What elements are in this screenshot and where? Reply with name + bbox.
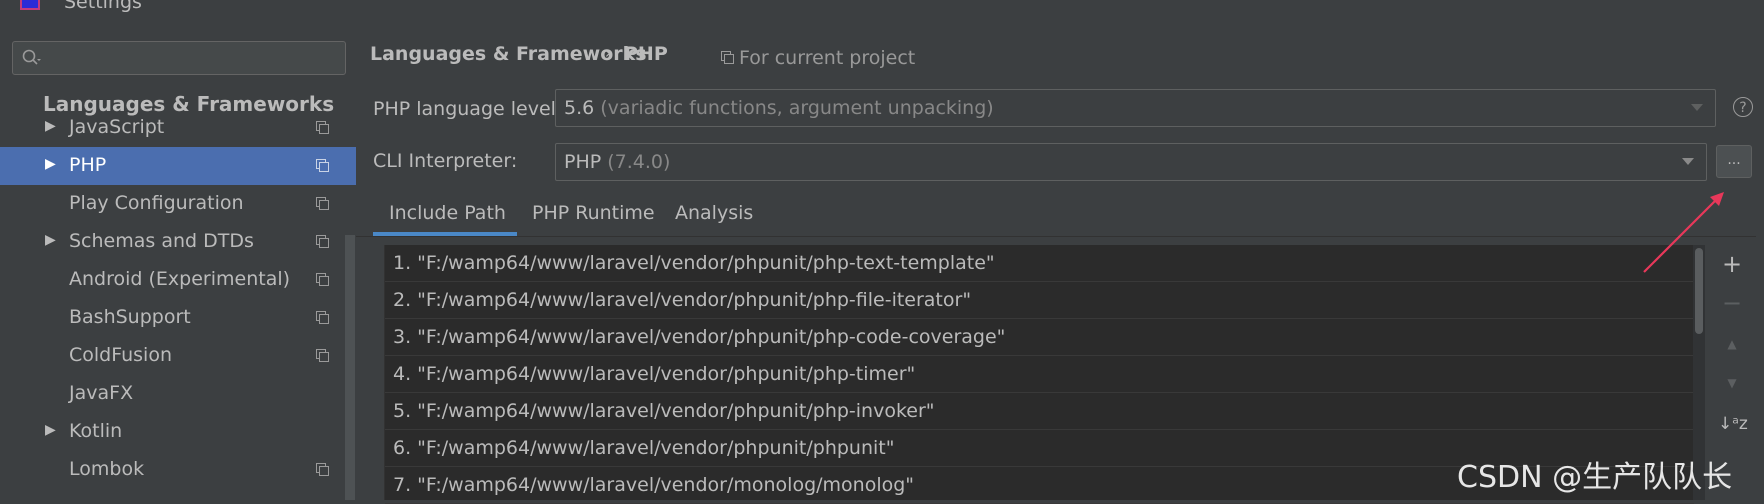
sidebar-item-bashsupport[interactable]: BashSupport bbox=[0, 299, 356, 337]
sidebar-item-schemas-dtds[interactable]: ▶ Schemas and DTDs bbox=[0, 223, 356, 261]
project-scope-icon bbox=[316, 159, 329, 172]
watermark: CSDN @生产队队长 bbox=[1457, 460, 1733, 495]
sidebar-item-play-configuration[interactable]: Play Configuration bbox=[0, 185, 356, 223]
sidebar-item-label: Android (Experimental) bbox=[69, 268, 291, 290]
sidebar-item-kotlin[interactable]: ▶ Kotlin bbox=[0, 413, 356, 451]
help-icon[interactable]: ? bbox=[1733, 97, 1753, 117]
tab-php-runtime[interactable]: PHP Runtime bbox=[532, 202, 655, 224]
project-scope-icon bbox=[316, 311, 329, 324]
list-item[interactable]: 3. "F:/wamp64/www/laravel/vendor/phpunit… bbox=[385, 319, 1694, 356]
project-scope-icon bbox=[316, 197, 329, 210]
sidebar-scrollbar[interactable] bbox=[345, 235, 355, 500]
php-level-dropdown[interactable]: 5.6 (variadic functions, argument unpack… bbox=[555, 89, 1716, 127]
project-scope-icon bbox=[316, 235, 329, 248]
sidebar-item-label: ColdFusion bbox=[69, 344, 173, 366]
expand-arrow-icon[interactable]: ▶ bbox=[45, 118, 56, 134]
remove-path-button[interactable]: − bbox=[1718, 289, 1746, 317]
list-item[interactable]: 5. "F:/wamp64/www/laravel/vendor/phpunit… bbox=[385, 393, 1694, 430]
expand-arrow-icon[interactable]: ▶ bbox=[45, 422, 56, 438]
sort-button[interactable]: ↓ᵃz bbox=[1718, 410, 1748, 438]
expand-arrow-icon[interactable]: ▶ bbox=[45, 232, 56, 248]
list-item[interactable]: 4. "F:/wamp64/www/laravel/vendor/phpunit… bbox=[385, 356, 1694, 393]
title-bar: Settings bbox=[0, 0, 1764, 16]
project-scope-icon bbox=[721, 51, 734, 64]
sidebar-item-coldfusion[interactable]: ColdFusion bbox=[0, 337, 356, 375]
sidebar-item-label: PHP bbox=[69, 154, 107, 176]
expand-arrow-icon[interactable]: ▶ bbox=[45, 156, 56, 172]
sidebar-item-label: BashSupport bbox=[69, 306, 191, 328]
app-icon bbox=[20, 0, 40, 10]
tab-analysis[interactable]: Analysis bbox=[675, 202, 753, 224]
move-down-button[interactable]: ▼ bbox=[1718, 369, 1746, 397]
annotation-arrow-icon bbox=[1643, 192, 1724, 273]
scope-label: For current project bbox=[739, 47, 916, 69]
sidebar-item-javascript[interactable]: ▶ JavaScript bbox=[0, 109, 356, 147]
project-scope-icon bbox=[316, 463, 329, 476]
cli-label: CLI Interpreter: bbox=[373, 150, 518, 172]
php-level-detail: (variadic functions, argument unpacking) bbox=[600, 97, 994, 119]
sidebar-item-label: Kotlin bbox=[69, 420, 123, 442]
project-scope-icon bbox=[316, 273, 329, 286]
sidebar-item-label: JavaFX bbox=[69, 382, 134, 404]
sidebar-item-android[interactable]: Android (Experimental) bbox=[0, 261, 356, 299]
project-scope-icon bbox=[316, 121, 329, 134]
cli-value: PHP (7.4.0) bbox=[564, 151, 671, 173]
chevron-down-icon bbox=[1691, 104, 1703, 111]
cli-interpreter-dropdown[interactable]: PHP (7.4.0) bbox=[555, 143, 1707, 181]
list-item[interactable]: 2. "F:/wamp64/www/laravel/vendor/phpunit… bbox=[385, 282, 1694, 319]
cli-detail: (7.4.0) bbox=[607, 151, 671, 173]
sidebar-item-label: Lombok bbox=[69, 458, 145, 480]
settings-sidebar: Languages & Frameworks ▶ JavaScript ▶ PH… bbox=[0, 30, 356, 500]
breadcrumb-separator: › bbox=[605, 44, 611, 62]
tab-include-path[interactable]: Include Path bbox=[389, 202, 506, 224]
move-up-button[interactable]: ▲ bbox=[1718, 330, 1746, 358]
tabs-divider bbox=[356, 236, 1756, 237]
chevron-down-icon bbox=[1682, 158, 1694, 165]
sidebar-item-label: Schemas and DTDs bbox=[69, 230, 254, 252]
search-icon bbox=[22, 49, 41, 65]
php-level-value: 5.6 (variadic functions, argument unpack… bbox=[564, 97, 994, 119]
search-input[interactable] bbox=[12, 41, 346, 75]
php-level-label: PHP language level: bbox=[373, 98, 563, 120]
list-item[interactable]: 1. "F:/wamp64/www/laravel/vendor/phpunit… bbox=[385, 245, 1694, 282]
sidebar-item-javafx[interactable]: JavaFX bbox=[0, 375, 356, 413]
sidebar-item-label: Play Configuration bbox=[69, 192, 244, 214]
sidebar-item-label: JavaScript bbox=[69, 116, 165, 138]
breadcrumb-current: PHP bbox=[624, 43, 668, 65]
project-scope-icon bbox=[316, 349, 329, 362]
sidebar-item-php[interactable]: ▶ PHP bbox=[0, 147, 356, 185]
sidebar-item-lombok[interactable]: Lombok bbox=[0, 451, 356, 489]
window-title: Settings bbox=[64, 0, 142, 13]
browse-interpreter-button[interactable]: ... bbox=[1716, 145, 1752, 178]
